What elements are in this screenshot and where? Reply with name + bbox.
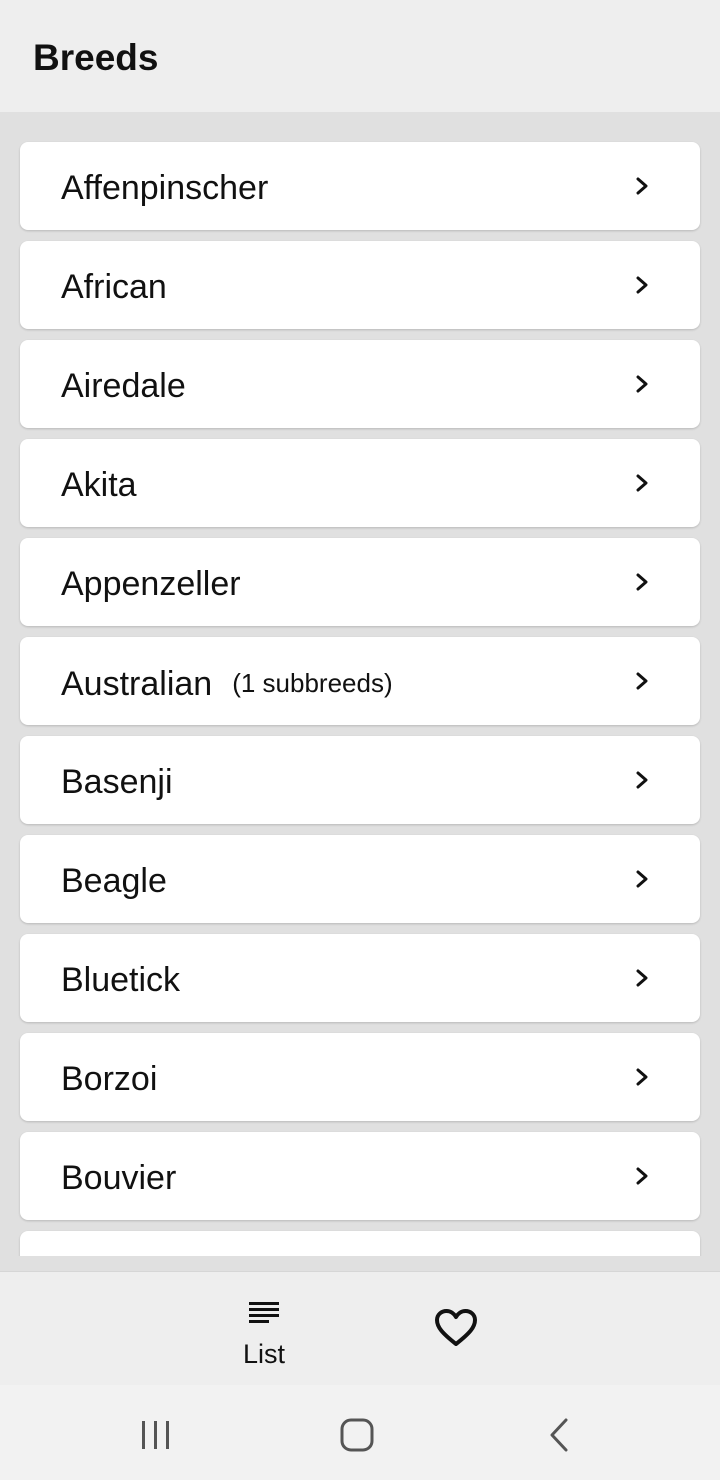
app-bar: Breeds: [0, 0, 720, 112]
chevron-right-icon: [636, 573, 648, 591]
list-item[interactable]: Australian (1 subbreeds): [20, 637, 700, 725]
breed-name: Bluetick: [61, 934, 180, 1022]
breed-name: Bouvier: [61, 1132, 176, 1220]
page-title: Breeds: [33, 37, 159, 78]
chevron-right-icon: [636, 870, 648, 888]
breed-name: Akita: [61, 439, 137, 527]
chevron-right-icon: [636, 375, 648, 393]
breed-name-text: Beagle: [61, 862, 167, 900]
breed-name: Australian (1 subbreeds): [61, 637, 393, 725]
chevron-right-icon: [636, 1167, 648, 1185]
back-icon[interactable]: [544, 1415, 574, 1455]
app-root: Breeds Affenpinscher African Airedale Akita…: [0, 0, 720, 1480]
bottom-nav: List: [0, 1271, 720, 1386]
breed-name: Basenji: [61, 736, 173, 824]
chevron-right-icon: [636, 474, 648, 492]
list-item[interactable]: Bouvier: [20, 1132, 700, 1220]
chevron-right-icon: [636, 969, 648, 987]
chevron-right-icon: [636, 276, 648, 294]
subbreed-count: (1 subbreeds): [232, 668, 393, 698]
list-item[interactable]: African: [20, 241, 700, 329]
list-item[interactable]: Borzoi: [20, 1033, 700, 1121]
list-item[interactable]: [20, 1231, 700, 1256]
breed-name-text: Australian: [61, 665, 213, 703]
chevron-right-icon: [636, 672, 648, 690]
nav-list-tab[interactable]: List: [214, 1272, 314, 1386]
list-item[interactable]: Airedale: [20, 340, 700, 428]
heart-icon: [435, 1309, 477, 1346]
home-icon[interactable]: [338, 1415, 376, 1455]
breed-name-text: Bluetick: [61, 961, 181, 999]
nav-favorites-tab[interactable]: [420, 1272, 492, 1386]
list-item[interactable]: Akita: [20, 439, 700, 527]
nav-list-label: List: [242, 1339, 286, 1369]
breed-name: Borzoi: [61, 1033, 157, 1121]
list-item[interactable]: Basenji: [20, 736, 700, 824]
breed-name: Beagle: [61, 835, 167, 923]
breed-name-text: Bouvier: [61, 1159, 177, 1197]
breed-name-text: Appenzeller: [61, 565, 241, 603]
list-item[interactable]: Bluetick: [20, 934, 700, 1022]
list-item[interactable]: Appenzeller: [20, 538, 700, 626]
breed-list: Affenpinscher African Airedale Akita Appenze…: [20, 142, 700, 1256]
breed-name-text: Affenpinscher: [61, 169, 269, 207]
breed-name: Affenpinscher: [61, 142, 268, 230]
chevron-right-icon: [636, 177, 648, 195]
breed-list-area[interactable]: Affenpinscher African Airedale Akita Appenze…: [0, 112, 720, 1256]
system-nav-bar: [0, 1385, 720, 1480]
breed-name: Airedale: [61, 340, 186, 428]
breed-name: Appenzeller: [61, 538, 241, 626]
list-icon: [249, 1302, 279, 1323]
breed-name-text: Akita: [61, 466, 137, 504]
chevron-right-icon: [636, 1068, 648, 1086]
chevron-right-icon: [636, 771, 648, 789]
recent-apps-icon[interactable]: [138, 1415, 174, 1455]
breed-name-text: African: [61, 268, 167, 306]
breed-name-text: Airedale: [61, 367, 186, 405]
breed-name-text: Borzoi: [61, 1060, 158, 1098]
breed-name: African: [61, 241, 167, 329]
breed-name-text: Basenji: [61, 763, 173, 801]
list-item[interactable]: Affenpinscher: [20, 142, 700, 230]
list-item[interactable]: Beagle: [20, 835, 700, 923]
